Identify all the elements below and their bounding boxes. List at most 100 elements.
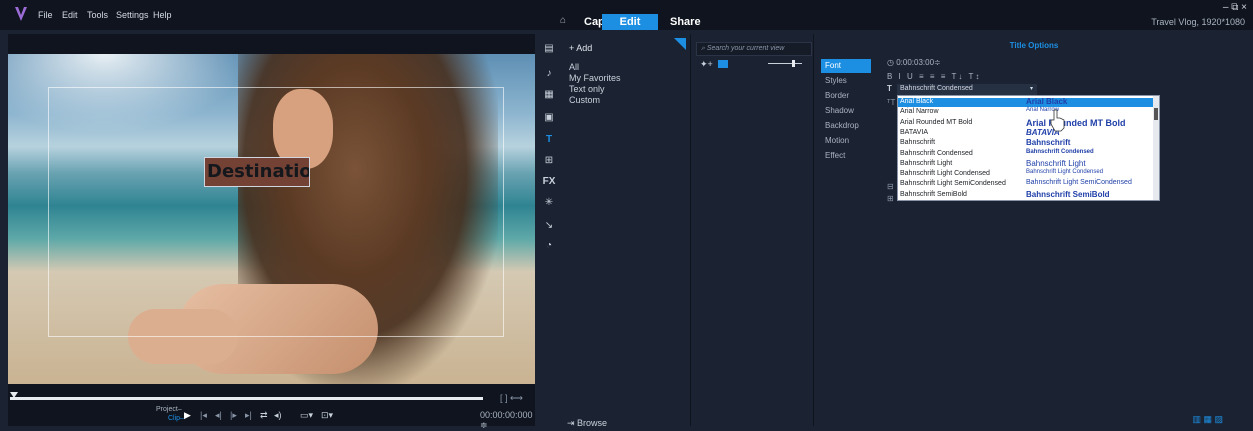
browse-button[interactable]: ⇥ Browse xyxy=(567,418,607,429)
font-list-item[interactable]: Bahnschrift SemiBold Bahnschrift SemiBold xyxy=(898,189,1155,200)
path-icon[interactable]: ↘ xyxy=(541,220,557,234)
library-icon-column: ▤ ♪ ▦ ▣ T ⊞ FX ✳ ↘ ◔ xyxy=(537,34,561,426)
tab-edit[interactable]: Edit xyxy=(602,14,658,30)
font-name: Arial Black xyxy=(900,98,934,105)
font-list-scroll-thumb[interactable] xyxy=(1154,108,1158,120)
add-favorite-icon[interactable]: ✦+ xyxy=(700,59,713,70)
media-icon[interactable]: ▤ xyxy=(541,43,557,57)
zoom-icon[interactable]: ⊡▾ xyxy=(321,410,333,421)
tab-styles[interactable]: Styles xyxy=(821,74,871,88)
tab-effect[interactable]: Effect xyxy=(821,149,871,163)
category-custom[interactable]: Custom xyxy=(569,95,600,105)
font-select-value: Bahnschrift Condensed xyxy=(900,85,973,92)
font-preview: Bahnschrift Condensed xyxy=(1026,148,1094,155)
fx-icon[interactable]: FX xyxy=(541,176,557,190)
project-mode-label[interactable]: Project– xyxy=(156,406,182,413)
app-logo-icon xyxy=(15,7,27,21)
font-name: Arial Narrow xyxy=(900,108,939,116)
font-list-item[interactable]: Bahnschrift Bahnschrift xyxy=(898,138,1155,148)
font-list-item[interactable]: Arial Narrow Arial Narrow xyxy=(898,107,1155,117)
menu-edit[interactable]: Edit xyxy=(62,10,78,20)
format-toolbar[interactable]: B I U ≡ ≡ ≡ T↓ T↕ xyxy=(887,72,981,81)
view-mode-icon[interactable] xyxy=(718,60,728,68)
add-label: Add xyxy=(576,43,593,53)
title-options-panel: Title Options Font Styles Border Shadow … xyxy=(815,34,1253,426)
font-list-item[interactable]: Arial Black Arial Black xyxy=(898,97,1155,107)
font-select[interactable]: Bahnschrift Condensed ▾ xyxy=(897,84,1037,95)
home-start-icon[interactable]: |◂ xyxy=(200,410,207,421)
font-name: Bahnschrift Condensed xyxy=(900,149,973,157)
font-preview: Arial Black xyxy=(1026,97,1068,106)
volume-icon[interactable]: ◂) xyxy=(274,410,282,421)
thumbnail-size-slider[interactable] xyxy=(768,63,802,64)
menu-tools[interactable]: Tools xyxy=(87,10,108,20)
font-name: Bahnschrift Light SemiCondensed xyxy=(900,180,1006,188)
search-input[interactable]: ⌕ Search your current view xyxy=(696,42,812,56)
tab-shadow[interactable]: Shadow xyxy=(821,104,871,118)
thumbnail-size-handle[interactable] xyxy=(792,60,795,67)
chevron-down-icon[interactable]: ▾ xyxy=(1030,85,1033,92)
font-name: Bahnschrift xyxy=(900,139,936,147)
overlay-icon[interactable]: ⊞ xyxy=(541,155,557,169)
title-icon[interactable]: T xyxy=(541,134,557,148)
font-list-item[interactable]: BATAVIA BATAVIA xyxy=(898,128,1155,138)
font-dropdown-list[interactable]: Arial Black Arial Black Arial Narrow Arial … xyxy=(897,95,1160,201)
font-list-scrollbar[interactable] xyxy=(1153,96,1159,200)
save-style-icon[interactable]: ⊟ xyxy=(887,182,894,191)
font-preview: Bahnschrift Light xyxy=(1026,158,1086,168)
window-controls[interactable]: – ⧉ × xyxy=(1223,2,1247,13)
tab-font[interactable]: Font xyxy=(821,59,871,73)
category-all[interactable]: All xyxy=(569,62,579,72)
home-icon[interactable]: ⌂ xyxy=(560,15,566,26)
menu-bar: File Edit Tools Settings Help ⌂ Capture … xyxy=(0,0,1253,30)
font-list-item[interactable]: Bahnschrift Light SemiCondensed Bahnschri… xyxy=(898,179,1155,189)
duration-field[interactable]: ◷ 0:00:03:00≑ xyxy=(887,58,941,67)
scrub-track[interactable] xyxy=(10,397,483,400)
tab-border[interactable]: Border xyxy=(821,89,871,103)
clip-mode-label[interactable]: Clip– xyxy=(168,415,184,422)
font-preview: Bahnschrift SemiBold xyxy=(1026,189,1110,199)
font-preview: Arial Rounded MT Bold xyxy=(1026,117,1126,128)
particle-icon[interactable]: ✳ xyxy=(541,197,557,211)
font-list-item[interactable]: Bahnschrift Condensed Bahnschrift Condens… xyxy=(898,148,1155,159)
end-icon[interactable]: ▸| xyxy=(245,410,252,421)
tab-backdrop[interactable]: Backdrop xyxy=(821,119,871,133)
menu-file[interactable]: File xyxy=(38,10,53,20)
tab-share[interactable]: Share xyxy=(660,14,711,30)
library-gallery: ⌕ Search your current view ✦+ xyxy=(692,34,814,426)
scrub-bar[interactable] xyxy=(10,392,483,402)
prev-frame-icon[interactable]: ◂| xyxy=(215,410,222,421)
resolution-icon[interactable]: ▭▾ xyxy=(300,410,313,421)
play-icon[interactable]: ▶ xyxy=(184,410,191,421)
graphics-icon[interactable]: ▣ xyxy=(541,112,557,126)
font-name: Bahnschrift Light Condensed xyxy=(900,170,990,178)
tab-motion[interactable]: Motion xyxy=(821,134,871,148)
view-toggle-icons[interactable]: ▥ ▦ ▨ xyxy=(1192,414,1223,425)
font-size-icon[interactable]: ᵀT xyxy=(887,98,895,107)
search-placeholder: Search your current view xyxy=(706,45,785,52)
menu-help[interactable]: Help xyxy=(153,10,172,20)
timecode-display[interactable]: 00:00:00:000 ≑ xyxy=(480,410,535,431)
scrub-handle[interactable] xyxy=(10,392,18,398)
next-frame-icon[interactable]: |▸ xyxy=(230,410,237,421)
video-preview[interactable]: Destination 1 xyxy=(8,54,535,384)
font-list-item[interactable]: Bahnschrift Light Condensed Bahnschrift L… xyxy=(898,169,1155,179)
title-text-overlay[interactable]: Destination 1 xyxy=(204,157,310,187)
category-text-only[interactable]: Text only xyxy=(569,84,605,94)
playback-controls: Project– Clip– ▶ |◂ ◂| |▸ ▸| ⇄ ◂) ▭▾ ⊡▾ … xyxy=(8,404,535,430)
instant-project-icon[interactable]: ♪ xyxy=(541,68,557,82)
options-title: Title Options xyxy=(1009,41,1059,50)
trim-markers-icon[interactable]: [ ] ⟷ xyxy=(500,393,523,404)
speed-icon[interactable]: ◔ xyxy=(541,240,557,254)
category-my-favorites[interactable]: My Favorites xyxy=(569,73,621,83)
add-button[interactable]: + Add xyxy=(569,43,592,53)
repeat-icon[interactable]: ⇄ xyxy=(260,410,268,421)
font-list-item[interactable]: Bahnschrift Light Bahnschrift Light xyxy=(898,158,1155,169)
font-preview: Bahnschrift Light Condensed xyxy=(1026,169,1104,176)
transition-icon[interactable]: ▦ xyxy=(541,89,557,103)
font-preview: Bahnschrift Light SemiCondensed xyxy=(1026,179,1132,187)
font-list-item[interactable]: Arial Rounded MT Bold Arial Rounded MT Bo… xyxy=(898,117,1155,128)
font-preview: Bahnschrift xyxy=(1026,138,1071,148)
menu-settings[interactable]: Settings xyxy=(116,10,149,20)
alignment-icon[interactable]: ⊞ xyxy=(887,194,894,203)
